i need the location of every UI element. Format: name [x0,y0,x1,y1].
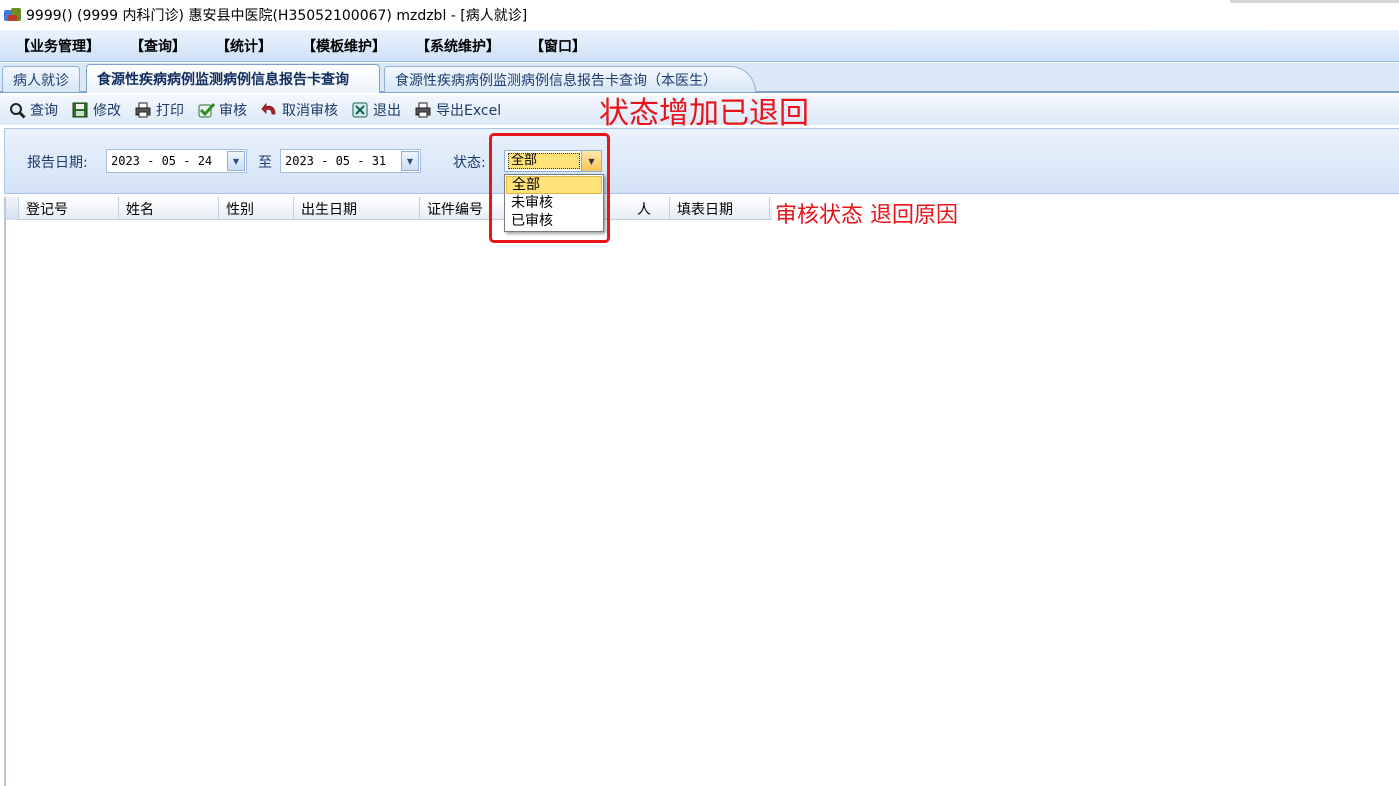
menu-statistics[interactable]: 【统计】 [216,36,272,56]
query-button[interactable]: 查询 [8,100,58,120]
title-bar: 9999() (9999 内科门诊) 惠安县中医院(H35052100067) … [0,0,1399,30]
date-from-picker[interactable]: 2023 - 05 - 24 ▼ [106,149,247,173]
export-excel-button[interactable]: 导出Excel [414,100,501,120]
app-icon [4,7,22,23]
date-to-picker[interactable]: 2023 - 05 - 31 ▼ [280,149,421,173]
chevron-down-icon[interactable]: ▼ [401,151,419,171]
checkmark-icon [197,101,215,119]
edit-button[interactable]: 修改 [71,100,121,120]
results-grid: 登记号 姓名 性别 出生日期 证件编号 人 填表日期 [4,197,1399,786]
tab-foodborne-report-query[interactable]: 食源性疾病病例监测病例信息报告卡查询 [86,64,380,93]
date-to-value: 2023 - 05 - 31 [285,154,387,168]
report-date-label: 报告日期: [27,155,88,171]
menu-system[interactable]: 【系统维护】 [416,36,500,56]
query-label: 查询 [30,103,58,119]
chevron-down-icon[interactable]: ▼ [227,151,245,171]
grid-corner [6,197,19,220]
menu-business[interactable]: 【业务管理】 [16,36,100,56]
column-registration-no[interactable]: 登记号 [19,197,119,220]
column-gender[interactable]: 性别 [219,197,294,220]
exit-icon [351,101,369,119]
cancel-audit-label: 取消审核 [282,103,338,119]
printer-icon [134,101,152,119]
edit-label: 修改 [93,103,121,119]
to-label: 至 [258,155,272,171]
annotation-audit-status-return-reason: 审核状态 退回原因 [775,203,958,228]
menu-query[interactable]: 【查询】 [130,36,186,56]
status-label: 状态: [453,155,486,171]
annotation-highlight-box [489,133,610,243]
column-fill-date[interactable]: 填表日期 [670,197,770,220]
menu-window[interactable]: 【窗口】 [530,36,586,56]
cancel-audit-button[interactable]: 取消审核 [260,100,338,120]
audit-button[interactable]: 审核 [197,100,247,120]
window-title: 9999() (9999 内科门诊) 惠安县中医院(H35052100067) … [26,8,528,24]
menu-template[interactable]: 【模板维护】 [302,36,386,56]
audit-label: 审核 [219,103,247,119]
tab-patient-visit[interactable]: 病人就诊 [2,66,80,92]
filter-panel: 报告日期: 2023 - 05 - 24 ▼ 至 2023 - 05 - 31 … [4,128,1399,194]
title-bar-edge [1230,0,1399,3]
undo-icon [260,101,278,119]
printer-icon [414,101,432,119]
print-label: 打印 [156,103,184,119]
print-button[interactable]: 打印 [134,100,184,120]
exit-button[interactable]: 退出 [351,100,401,120]
floppy-disk-icon [71,101,89,119]
column-name[interactable]: 姓名 [119,197,219,220]
annotation-add-returned-status: 状态增加已退回 [599,96,809,131]
grid-header: 登记号 姓名 性别 出生日期 证件编号 人 填表日期 [6,197,772,220]
exit-label: 退出 [373,103,401,119]
magnifier-icon [8,101,26,119]
column-birth-date[interactable]: 出生日期 [294,197,420,220]
export-excel-label: 导出Excel [436,103,502,119]
menu-bar: 【业务管理】 【查询】 【统计】 【模板维护】 【系统维护】 【窗口】 [0,30,1399,62]
date-from-value: 2023 - 05 - 24 [111,154,213,168]
